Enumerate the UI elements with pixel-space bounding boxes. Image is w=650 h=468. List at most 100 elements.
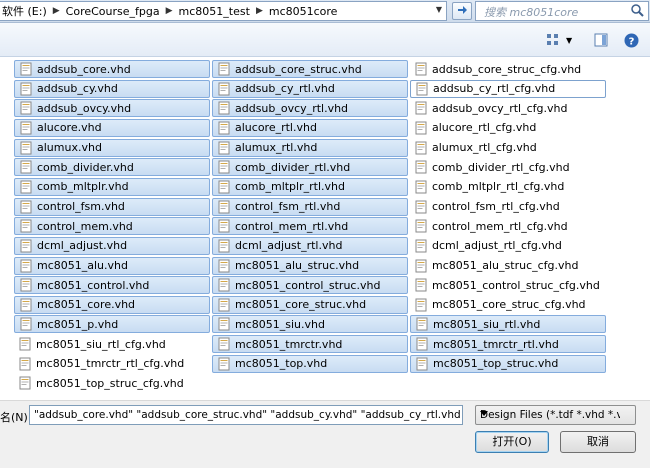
file-name: mc8051_core_struc_cfg.vhd bbox=[432, 298, 586, 312]
search-box[interactable]: 搜索 mc8051core bbox=[475, 1, 649, 21]
file-name: control_mem_rtl_cfg.vhd bbox=[432, 219, 568, 233]
file-item[interactable]: mc8051_siu.vhd bbox=[212, 315, 408, 334]
file-icon bbox=[19, 376, 31, 390]
chevron-down-icon[interactable]: ▼ bbox=[566, 36, 572, 45]
file-item[interactable]: alucore_rtl.vhd bbox=[212, 118, 408, 137]
file-icon bbox=[20, 259, 32, 272]
file-item[interactable]: control_mem.vhd bbox=[14, 217, 210, 236]
file-item[interactable]: alumux.vhd bbox=[14, 138, 210, 157]
crumb-drive[interactable]: 软件 (E:) bbox=[2, 3, 47, 19]
file-item[interactable]: dcml_adjust_rtl_cfg.vhd bbox=[410, 237, 606, 255]
filename-input[interactable]: "addsub_core.vhd" "addsub_core_struc.vhd… bbox=[29, 405, 463, 425]
file-icon bbox=[20, 317, 32, 331]
file-item[interactable]: addsub_ovcy.vhd bbox=[14, 99, 210, 118]
file-item[interactable]: addsub_core_struc_cfg.vhd bbox=[410, 60, 606, 78]
preview-pane-button[interactable] bbox=[594, 31, 608, 49]
file-item[interactable]: mc8051_top_struc.vhd bbox=[410, 354, 606, 373]
file-name: comb_mltplr_rtl_cfg.vhd bbox=[432, 180, 565, 194]
file-item[interactable]: mc8051_control_struc_cfg.vhd bbox=[410, 276, 606, 294]
file-item[interactable]: alucore_rtl_cfg.vhd bbox=[410, 119, 606, 137]
file-name: alucore_rtl.vhd bbox=[235, 121, 317, 135]
file-name: control_fsm_rtl_cfg.vhd bbox=[432, 200, 560, 214]
file-type-select[interactable]: Design Files (*.tdf *.vhd *.vhc bbox=[475, 405, 636, 425]
file-item[interactable]: comb_mltplr_rtl.vhd bbox=[212, 177, 408, 196]
file-item[interactable]: addsub_cy.vhd bbox=[14, 79, 210, 98]
file-item[interactable]: mc8051_top_struc_cfg.vhd bbox=[14, 374, 210, 392]
file-icon bbox=[415, 141, 427, 155]
file-name: mc8051_tmrctr_rtl_cfg.vhd bbox=[36, 357, 185, 371]
file-item[interactable]: mc8051_alu_struc_cfg.vhd bbox=[410, 257, 606, 275]
open-button[interactable]: 打开(O) bbox=[475, 431, 549, 453]
file-icon bbox=[19, 337, 31, 351]
file-item[interactable]: control_fsm_rtl_cfg.vhd bbox=[410, 198, 606, 216]
help-button[interactable]: ? bbox=[624, 31, 639, 49]
file-icon bbox=[415, 298, 427, 312]
file-name: control_fsm.vhd bbox=[37, 200, 125, 214]
file-name: mc8051_alu_struc.vhd bbox=[235, 259, 360, 272]
refresh-icon bbox=[458, 6, 467, 14]
file-item[interactable]: mc8051_tmrctr_rtl.vhd bbox=[410, 335, 606, 354]
file-item[interactable]: control_fsm.vhd bbox=[14, 197, 210, 216]
file-icon bbox=[218, 337, 230, 351]
file-icon bbox=[20, 62, 32, 76]
file-item[interactable]: comb_mltplr_rtl_cfg.vhd bbox=[410, 178, 606, 196]
file-item[interactable]: dcml_adjust_rtl.vhd bbox=[212, 236, 408, 255]
chevron-right-icon[interactable]: ▶ bbox=[256, 6, 263, 16]
file-item[interactable]: mc8051_alu_struc.vhd bbox=[212, 256, 408, 275]
file-name: addsub_ovcy_rtl.vhd bbox=[235, 101, 349, 115]
cancel-button[interactable]: 取消 bbox=[560, 431, 636, 453]
file-icon bbox=[218, 239, 230, 253]
views-button[interactable]: ▼ bbox=[546, 31, 572, 49]
file-item[interactable]: comb_divider_rtl_cfg.vhd bbox=[410, 158, 606, 176]
file-item[interactable]: mc8051_control.vhd bbox=[14, 276, 210, 295]
file-item[interactable]: mc8051_p.vhd bbox=[14, 315, 210, 334]
file-item[interactable]: control_mem_rtl_cfg.vhd bbox=[410, 217, 606, 235]
file-item[interactable]: mc8051_control_struc.vhd bbox=[212, 276, 408, 295]
file-item[interactable]: control_mem_rtl.vhd bbox=[212, 217, 408, 236]
file-item[interactable]: mc8051_tmrctr_rtl_cfg.vhd bbox=[14, 355, 210, 373]
file-item[interactable]: comb_divider.vhd bbox=[14, 158, 210, 177]
chevron-right-icon[interactable]: ▶ bbox=[166, 6, 173, 16]
file-item[interactable]: control_fsm_rtl.vhd bbox=[212, 197, 408, 216]
file-icon bbox=[20, 121, 32, 135]
file-name: dcml_adjust.vhd bbox=[37, 239, 128, 253]
file-item[interactable]: alumux_rtl_cfg.vhd bbox=[410, 139, 606, 157]
chevron-down-icon[interactable]: ▼ bbox=[436, 5, 442, 14]
file-item[interactable]: mc8051_siu_rtl_cfg.vhd bbox=[14, 335, 210, 353]
file-list: addsub_core.vhd addsub_cy.vhd addsub_ovcy.… bbox=[14, 60, 624, 396]
file-icon bbox=[20, 101, 32, 115]
file-item[interactable]: alucore.vhd bbox=[14, 118, 210, 137]
file-item[interactable]: mc8051_siu_rtl.vhd bbox=[410, 315, 606, 334]
refresh-button[interactable] bbox=[452, 2, 472, 20]
file-icon bbox=[415, 62, 427, 76]
crumb-test[interactable]: mc8051_test bbox=[179, 5, 250, 18]
crumb-current[interactable]: mc8051core bbox=[269, 5, 338, 18]
file-item[interactable]: addsub_ovcy_rtl.vhd bbox=[212, 99, 408, 118]
file-item[interactable]: alumux_rtl.vhd bbox=[212, 138, 408, 157]
file-item[interactable]: mc8051_tmrctr.vhd bbox=[212, 335, 408, 354]
breadcrumb: 软件 (E:) ▶ CoreCourse_fpga ▶ mc8051_test … bbox=[0, 3, 337, 19]
file-item[interactable]: addsub_cy_rtl_cfg.vhd bbox=[410, 79, 606, 98]
file-item[interactable]: mc8051_core.vhd bbox=[14, 295, 210, 314]
file-item[interactable]: comb_mltplr.vhd bbox=[14, 177, 210, 196]
file-item[interactable]: mc8051_core_struc_cfg.vhd bbox=[410, 296, 606, 314]
file-name: alucore_rtl_cfg.vhd bbox=[432, 121, 537, 135]
file-item[interactable]: addsub_ovcy_rtl_cfg.vhd bbox=[410, 99, 606, 117]
file-icon bbox=[415, 219, 427, 233]
file-item[interactable]: mc8051_alu.vhd bbox=[14, 256, 210, 275]
file-item[interactable]: addsub_core_struc.vhd bbox=[212, 60, 408, 78]
search-icon[interactable] bbox=[630, 3, 644, 17]
file-item[interactable]: dcml_adjust.vhd bbox=[14, 236, 210, 255]
file-item[interactable]: mc8051_top.vhd bbox=[212, 354, 408, 373]
chevron-right-icon[interactable]: ▶ bbox=[53, 6, 60, 16]
file-icon bbox=[218, 180, 230, 194]
file-item[interactable]: mc8051_core_struc.vhd bbox=[212, 295, 408, 314]
file-icon bbox=[218, 141, 230, 155]
file-name: mc8051_siu_rtl_cfg.vhd bbox=[36, 337, 166, 351]
file-item[interactable]: addsub_cy_rtl.vhd bbox=[212, 79, 408, 98]
file-item[interactable]: comb_divider_rtl.vhd bbox=[212, 158, 408, 177]
address-bar[interactable]: 软件 (E:) ▶ CoreCourse_fpga ▶ mc8051_test … bbox=[0, 1, 447, 21]
file-icon bbox=[218, 298, 230, 312]
file-item[interactable]: addsub_core.vhd bbox=[14, 60, 210, 78]
crumb-corecourse[interactable]: CoreCourse_fpga bbox=[66, 5, 160, 18]
